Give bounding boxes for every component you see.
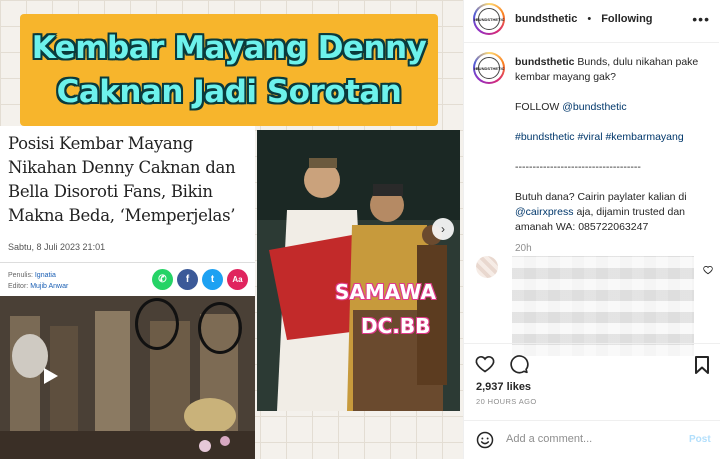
writer-label: Penulis: (8, 272, 33, 279)
follow-prefix: FOLLOW (515, 101, 560, 113)
follow-handle-link[interactable]: @bundsthetic (562, 101, 626, 113)
share-buttons: ✆ f t Aa (152, 269, 248, 290)
avatar-logo: #BUNDSTHETIC (474, 8, 504, 30)
author-avatar[interactable]: #BUNDSTHETIC (473, 3, 505, 35)
article-photo (0, 296, 255, 459)
header-divider (463, 42, 719, 43)
wedding-video-still: SAMAWA DC.BB (257, 130, 460, 411)
caption-time: 20h (515, 243, 532, 254)
following-button[interactable]: Following (601, 13, 652, 25)
video-caption-line-2: DC.BB (361, 314, 431, 338)
blurred-comment-text (512, 256, 694, 356)
couple-illustration (257, 130, 460, 411)
next-media-arrow[interactable]: › (432, 218, 454, 240)
likes-count[interactable]: 2,937 likes (476, 381, 531, 393)
author-username[interactable]: bundsthetic (515, 13, 577, 25)
article-writer: Penulis: Ignatia (8, 272, 56, 279)
actions-divider (463, 343, 720, 344)
caption-avatar-wrap: #BUNDSTHETIC (473, 52, 505, 84)
comment-bubble-icon[interactable] (509, 354, 529, 374)
whatsapp-icon: ✆ (152, 269, 173, 290)
like-heart-icon[interactable] (475, 354, 495, 374)
hashtags-link[interactable]: #bundsthetic #viral #kembarmayang (515, 131, 684, 143)
post-comment-button[interactable]: Post (689, 434, 711, 445)
headline-line-2: Caknan Jadi Sorotan (56, 74, 402, 110)
article-divider (0, 262, 255, 263)
promo-handle-link[interactable]: @cairxpress (515, 206, 574, 218)
twitter-icon: t (202, 269, 223, 290)
article-screenshot: Posisi Kembar Mayang Nikahan Denny Cakna… (0, 126, 255, 459)
emoji-icon[interactable] (476, 431, 494, 449)
post-header: #BUNDSTHETIC bundsthetic • Following (473, 3, 653, 35)
blurred-commenter-avatar (476, 256, 498, 278)
comment-like-heart-icon[interactable] (703, 265, 713, 275)
headline-line-1: Kembar Mayang Denny (31, 30, 427, 66)
headline-banner: Kembar Mayang Denny Caknan Jadi Sorotan (20, 14, 438, 126)
post-caption: bundsthetic Bunds, dulu nikahan pake kem… (515, 55, 711, 256)
header-separator: • (587, 13, 592, 25)
play-icon (44, 368, 58, 384)
facebook-icon: f (177, 269, 198, 290)
caption-divider: ------------------------------------ (515, 161, 641, 173)
font-size-icon: Aa (227, 269, 248, 290)
caption-username[interactable]: bundsthetic (515, 56, 575, 68)
promo-prefix: Butuh dana? Cairin paylater kalian di (515, 191, 687, 203)
article-title: Posisi Kembar Mayang Nikahan Denny Cakna… (8, 134, 236, 225)
post-media[interactable]: Kembar Mayang Denny Caknan Jadi Sorotan … (0, 0, 463, 459)
add-comment-input[interactable] (506, 433, 676, 445)
editor-label: Editor: (8, 283, 29, 290)
writer-name: Ignatia (34, 272, 56, 279)
post-actions (475, 354, 529, 374)
more-options-icon[interactable]: ••• (692, 11, 710, 27)
add-comment-divider (463, 420, 720, 421)
bookmark-icon[interactable] (694, 356, 710, 374)
highlight-circle-left (135, 298, 179, 350)
article-editor: Editor: Mujib Anwar (8, 283, 68, 290)
article-date: Sabtu, 8 Juli 2023 21:01 (8, 242, 106, 252)
highlight-circle-right (198, 302, 242, 354)
caption-avatar-logo: #BUNDSTHETIC (474, 57, 504, 79)
video-caption-line-1: SAMAWA (335, 280, 437, 304)
editor-name: Mujib Anwar (30, 283, 69, 290)
post-timestamp: 20 HOURS AGO (476, 397, 537, 406)
caption-avatar[interactable]: #BUNDSTHETIC (473, 52, 505, 84)
